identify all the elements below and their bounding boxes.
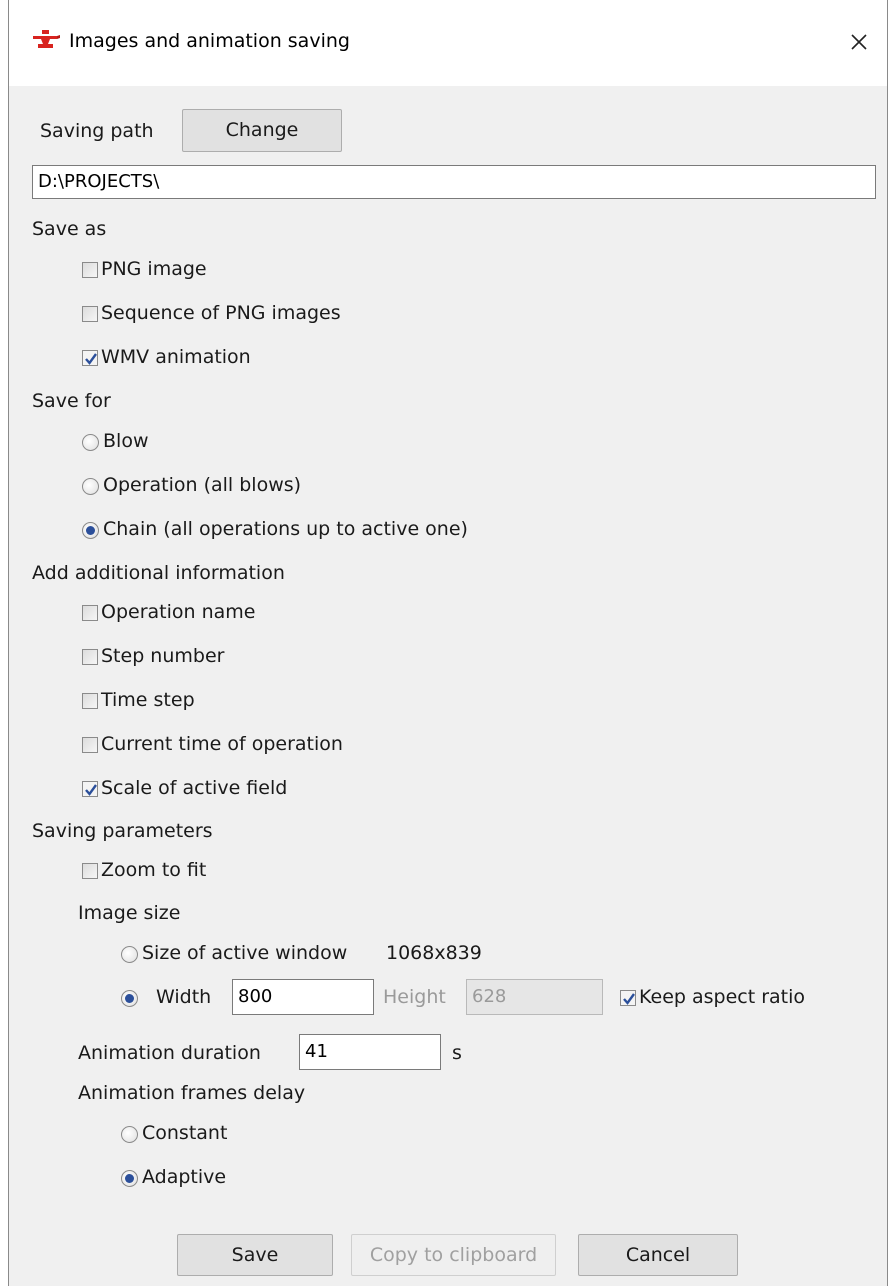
step-number-label: Step number [101,645,225,667]
animation-duration-unit: s [452,1042,462,1064]
operation-name-label: Operation name [101,601,256,623]
saving-path-label: Saving path [40,120,154,142]
keep-aspect-checkbox[interactable] [620,990,636,1006]
adaptive-delay-label: Adaptive [142,1166,227,1188]
zoom-to-fit-label: Zoom to fit [101,859,207,881]
adaptive-delay-radio[interactable] [121,1170,138,1187]
additional-info-heading: Add additional information [32,562,285,584]
active-window-dims: 1068x839 [386,942,482,964]
animation-duration-label: Animation duration [78,1042,261,1064]
blow-radio[interactable] [82,434,99,451]
chain-label: Chain (all operations up to active one) [103,518,468,540]
current-time-checkbox[interactable] [82,737,98,753]
blow-label: Blow [103,430,149,452]
constant-delay-radio[interactable] [121,1126,138,1143]
save-as-heading: Save as [32,218,107,240]
title-bar: Images and animation saving [9,0,887,86]
png-sequence-label: Sequence of PNG images [101,302,341,324]
height-input[interactable]: 628 [466,979,603,1015]
window-title: Images and animation saving [69,30,350,52]
animation-duration-input[interactable]: 41 [299,1034,441,1070]
size-active-window-label: Size of active window [142,942,348,964]
frames-delay-heading: Animation frames delay [78,1082,306,1104]
zoom-to-fit-checkbox[interactable] [82,863,98,879]
save-for-heading: Save for [32,390,111,412]
close-icon [851,34,867,50]
time-step-label: Time step [101,689,195,711]
chain-radio[interactable] [82,522,99,539]
wmv-animation-label: WMV animation [101,346,251,368]
height-label: Height [383,986,446,1008]
keep-aspect-label: Keep aspect ratio [639,986,806,1008]
png-image-checkbox[interactable] [82,262,98,278]
cancel-button[interactable]: Cancel [578,1234,738,1276]
image-size-heading: Image size [78,902,181,924]
operation-name-checkbox[interactable] [82,605,98,621]
time-step-checkbox[interactable] [82,693,98,709]
constant-delay-label: Constant [142,1122,228,1144]
save-button[interactable]: Save [177,1234,333,1276]
change-path-button[interactable]: Change [182,109,342,152]
width-label: Width [156,986,212,1008]
anvil-icon [31,30,61,54]
scale-active-field-label: Scale of active field [101,777,288,799]
close-button[interactable] [841,24,877,60]
wmv-animation-checkbox[interactable] [82,350,98,366]
checkmark-icon [623,993,635,1005]
checkmark-icon [85,353,97,365]
saving-path-input[interactable]: D:\PROJECTS\ [32,165,876,199]
operation-label: Operation (all blows) [103,474,302,496]
operation-radio[interactable] [82,478,99,495]
current-time-label: Current time of operation [101,733,343,755]
custom-size-radio[interactable] [121,990,138,1007]
png-image-label: PNG image [101,258,207,280]
dialog: Images and animation saving Saving path … [8,0,888,1286]
saving-parameters-heading: Saving parameters [32,820,213,842]
checkmark-icon [85,784,97,796]
size-active-window-radio[interactable] [121,946,138,963]
width-input[interactable]: 800 [232,979,374,1015]
scale-active-field-checkbox[interactable] [82,781,98,797]
png-sequence-checkbox[interactable] [82,306,98,322]
copy-to-clipboard-button[interactable]: Copy to clipboard [351,1234,556,1276]
step-number-checkbox[interactable] [82,649,98,665]
